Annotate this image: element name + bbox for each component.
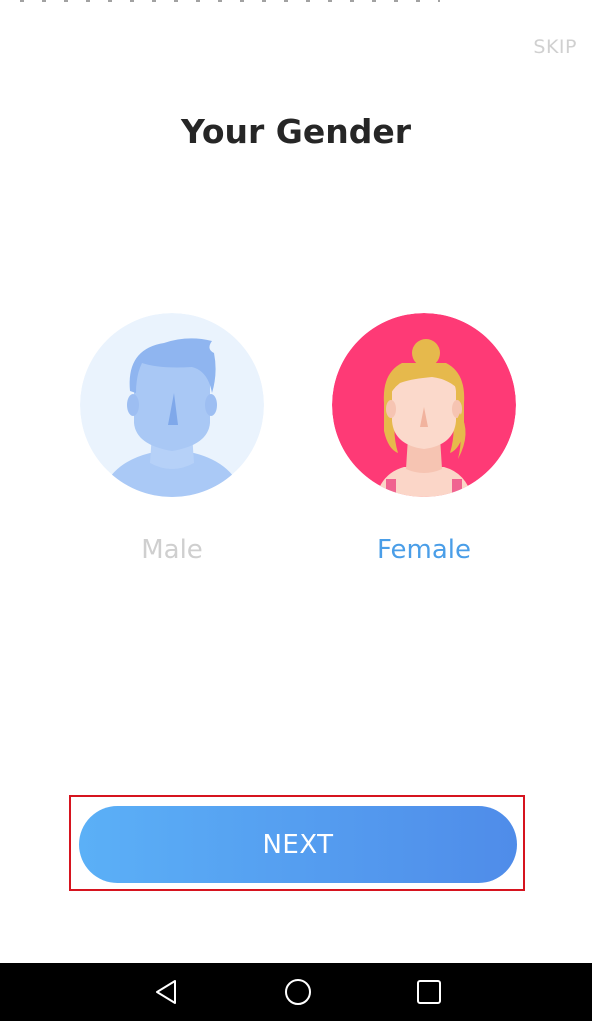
female-label: Female [376,535,471,565]
status-bar [0,0,592,8]
female-avatar-icon [332,313,516,497]
next-button[interactable]: NEXT [79,806,517,883]
skip-button[interactable]: SKIP [533,36,577,58]
system-navigation-bar [0,963,592,1021]
male-label: Male [141,535,203,565]
male-avatar-icon [80,313,264,497]
gender-option-female[interactable]: Female [332,313,516,565]
page-title: Your Gender [180,112,412,151]
gender-selection-screen: SKIP Your Gender Male Female NEXT [0,0,592,1021]
home-icon[interactable] [283,977,313,1007]
back-icon[interactable] [152,977,182,1007]
recent-apps-icon[interactable] [414,977,444,1007]
status-bar-icons [20,0,440,2]
gender-option-male[interactable]: Male [80,313,264,565]
